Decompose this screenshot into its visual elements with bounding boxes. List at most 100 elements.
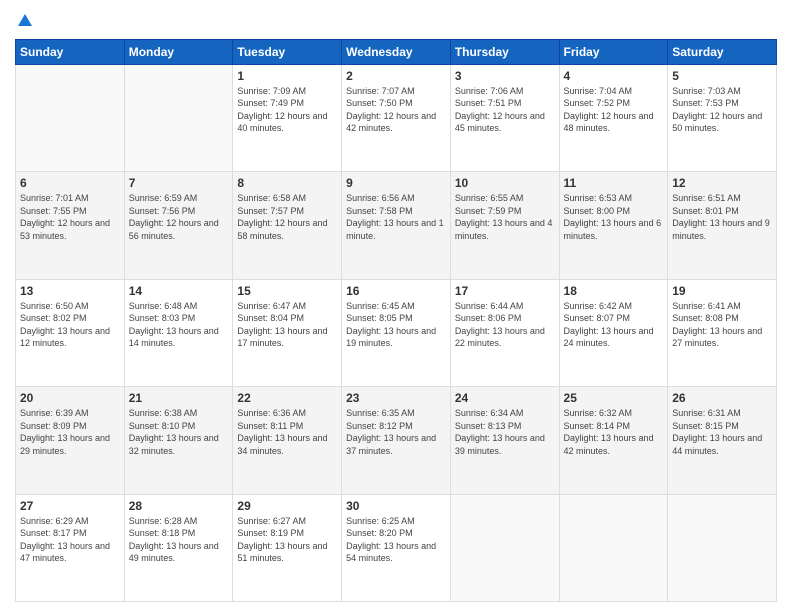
day-number: 3 bbox=[455, 69, 555, 83]
day-info: Sunrise: 6:38 AM Sunset: 8:10 PM Dayligh… bbox=[129, 407, 229, 457]
calendar-day-5: 5 Sunrise: 7:03 AM Sunset: 7:53 PM Daylig… bbox=[668, 64, 777, 171]
day-info: Sunrise: 6:58 AM Sunset: 7:57 PM Dayligh… bbox=[237, 192, 337, 242]
day-info: Sunrise: 6:27 AM Sunset: 8:19 PM Dayligh… bbox=[237, 515, 337, 565]
calendar-day-6: 6 Sunrise: 7:01 AM Sunset: 7:55 PM Daylig… bbox=[16, 172, 125, 279]
calendar-day-12: 12 Sunrise: 6:51 AM Sunset: 8:01 PM Dayli… bbox=[668, 172, 777, 279]
day-number: 27 bbox=[20, 499, 120, 513]
day-number: 13 bbox=[20, 284, 120, 298]
day-info: Sunrise: 7:01 AM Sunset: 7:55 PM Dayligh… bbox=[20, 192, 120, 242]
calendar-week-row: 27Sunrise: 6:29 AM Sunset: 8:17 PM Dayli… bbox=[16, 494, 777, 602]
calendar-day-21: 21 Sunrise: 6:38 AM Sunset: 8:10 PM Dayli… bbox=[124, 387, 233, 494]
calendar-day-1: 1Sunrise: 7:09 AM Sunset: 7:49 PM Daylig… bbox=[233, 64, 342, 171]
day-number: 24 bbox=[455, 391, 555, 405]
calendar-day-empty bbox=[124, 64, 233, 171]
calendar-day-8: 8 Sunrise: 6:58 AM Sunset: 7:57 PM Daylig… bbox=[233, 172, 342, 279]
calendar-day-30: 30 Sunrise: 6:25 AM Sunset: 8:20 PM Dayli… bbox=[342, 494, 451, 602]
day-number: 12 bbox=[672, 176, 772, 190]
day-info: Sunrise: 6:34 AM Sunset: 8:13 PM Dayligh… bbox=[455, 407, 555, 457]
calendar-day-9: 9 Sunrise: 6:56 AM Sunset: 7:58 PM Daylig… bbox=[342, 172, 451, 279]
calendar-day-26: 26 Sunrise: 6:31 AM Sunset: 8:15 PM Dayli… bbox=[668, 387, 777, 494]
day-info: Sunrise: 6:48 AM Sunset: 8:03 PM Dayligh… bbox=[129, 300, 229, 350]
calendar-day-15: 15 Sunrise: 6:47 AM Sunset: 8:04 PM Dayli… bbox=[233, 279, 342, 386]
day-number: 19 bbox=[672, 284, 772, 298]
calendar-week-row: 1Sunrise: 7:09 AM Sunset: 7:49 PM Daylig… bbox=[16, 64, 777, 171]
day-info: Sunrise: 6:59 AM Sunset: 7:56 PM Dayligh… bbox=[129, 192, 229, 242]
day-number: 16 bbox=[346, 284, 446, 298]
day-info: Sunrise: 7:03 AM Sunset: 7:53 PM Dayligh… bbox=[672, 85, 772, 135]
page: SundayMondayTuesdayWednesdayThursdayFrid… bbox=[0, 0, 792, 612]
calendar-day-4: 4 Sunrise: 7:04 AM Sunset: 7:52 PM Daylig… bbox=[559, 64, 668, 171]
day-number: 28 bbox=[129, 499, 229, 513]
calendar-day-16: 16 Sunrise: 6:45 AM Sunset: 8:05 PM Dayli… bbox=[342, 279, 451, 386]
calendar-week-row: 20Sunrise: 6:39 AM Sunset: 8:09 PM Dayli… bbox=[16, 387, 777, 494]
day-number: 10 bbox=[455, 176, 555, 190]
day-number: 2 bbox=[346, 69, 446, 83]
calendar-day-19: 19 Sunrise: 6:41 AM Sunset: 8:08 PM Dayli… bbox=[668, 279, 777, 386]
calendar-day-18: 18 Sunrise: 6:42 AM Sunset: 8:07 PM Dayli… bbox=[559, 279, 668, 386]
day-info: Sunrise: 7:07 AM Sunset: 7:50 PM Dayligh… bbox=[346, 85, 446, 135]
day-info: Sunrise: 6:36 AM Sunset: 8:11 PM Dayligh… bbox=[237, 407, 337, 457]
day-number: 4 bbox=[564, 69, 664, 83]
day-number: 22 bbox=[237, 391, 337, 405]
calendar-day-20: 20Sunrise: 6:39 AM Sunset: 8:09 PM Dayli… bbox=[16, 387, 125, 494]
day-number: 9 bbox=[346, 176, 446, 190]
calendar-day-27: 27Sunrise: 6:29 AM Sunset: 8:17 PM Dayli… bbox=[16, 494, 125, 602]
calendar-day-2: 2 Sunrise: 7:07 AM Sunset: 7:50 PM Daylig… bbox=[342, 64, 451, 171]
header bbox=[15, 10, 777, 31]
day-info: Sunrise: 6:25 AM Sunset: 8:20 PM Dayligh… bbox=[346, 515, 446, 565]
logo-text bbox=[15, 10, 34, 31]
day-info: Sunrise: 6:31 AM Sunset: 8:15 PM Dayligh… bbox=[672, 407, 772, 457]
day-number: 26 bbox=[672, 391, 772, 405]
day-number: 21 bbox=[129, 391, 229, 405]
day-info: Sunrise: 6:28 AM Sunset: 8:18 PM Dayligh… bbox=[129, 515, 229, 565]
weekday-header-friday: Friday bbox=[559, 39, 668, 64]
calendar-day-24: 24 Sunrise: 6:34 AM Sunset: 8:13 PM Dayli… bbox=[450, 387, 559, 494]
day-info: Sunrise: 6:51 AM Sunset: 8:01 PM Dayligh… bbox=[672, 192, 772, 242]
day-number: 5 bbox=[672, 69, 772, 83]
day-info: Sunrise: 6:45 AM Sunset: 8:05 PM Dayligh… bbox=[346, 300, 446, 350]
day-number: 30 bbox=[346, 499, 446, 513]
calendar-header-row: SundayMondayTuesdayWednesdayThursdayFrid… bbox=[16, 39, 777, 64]
calendar-day-empty bbox=[16, 64, 125, 171]
day-info: Sunrise: 6:44 AM Sunset: 8:06 PM Dayligh… bbox=[455, 300, 555, 350]
weekday-header-tuesday: Tuesday bbox=[233, 39, 342, 64]
day-number: 8 bbox=[237, 176, 337, 190]
calendar-day-empty bbox=[450, 494, 559, 602]
day-number: 20 bbox=[20, 391, 120, 405]
day-info: Sunrise: 6:35 AM Sunset: 8:12 PM Dayligh… bbox=[346, 407, 446, 457]
day-number: 23 bbox=[346, 391, 446, 405]
day-number: 25 bbox=[564, 391, 664, 405]
day-number: 11 bbox=[564, 176, 664, 190]
weekday-header-thursday: Thursday bbox=[450, 39, 559, 64]
calendar-day-7: 7Sunrise: 6:59 AM Sunset: 7:56 PM Daylig… bbox=[124, 172, 233, 279]
calendar-week-row: 6 Sunrise: 7:01 AM Sunset: 7:55 PM Daylig… bbox=[16, 172, 777, 279]
day-number: 15 bbox=[237, 284, 337, 298]
day-number: 18 bbox=[564, 284, 664, 298]
day-info: Sunrise: 6:41 AM Sunset: 8:08 PM Dayligh… bbox=[672, 300, 772, 350]
calendar-day-22: 22 Sunrise: 6:36 AM Sunset: 8:11 PM Dayli… bbox=[233, 387, 342, 494]
calendar-day-17: 17 Sunrise: 6:44 AM Sunset: 8:06 PM Dayli… bbox=[450, 279, 559, 386]
calendar-day-28: 28 Sunrise: 6:28 AM Sunset: 8:18 PM Dayli… bbox=[124, 494, 233, 602]
day-info: Sunrise: 6:56 AM Sunset: 7:58 PM Dayligh… bbox=[346, 192, 446, 242]
calendar-day-3: 3 Sunrise: 7:06 AM Sunset: 7:51 PM Daylig… bbox=[450, 64, 559, 171]
day-info: Sunrise: 6:55 AM Sunset: 7:59 PM Dayligh… bbox=[455, 192, 555, 242]
weekday-header-sunday: Sunday bbox=[16, 39, 125, 64]
calendar-day-23: 23 Sunrise: 6:35 AM Sunset: 8:12 PM Dayli… bbox=[342, 387, 451, 494]
day-number: 6 bbox=[20, 176, 120, 190]
day-info: Sunrise: 6:42 AM Sunset: 8:07 PM Dayligh… bbox=[564, 300, 664, 350]
weekday-header-saturday: Saturday bbox=[668, 39, 777, 64]
calendar-day-10: 10 Sunrise: 6:55 AM Sunset: 7:59 PM Dayli… bbox=[450, 172, 559, 279]
day-number: 17 bbox=[455, 284, 555, 298]
day-info: Sunrise: 6:53 AM Sunset: 8:00 PM Dayligh… bbox=[564, 192, 664, 242]
day-info: Sunrise: 7:04 AM Sunset: 7:52 PM Dayligh… bbox=[564, 85, 664, 135]
day-info: Sunrise: 7:06 AM Sunset: 7:51 PM Dayligh… bbox=[455, 85, 555, 135]
calendar-day-25: 25Sunrise: 6:32 AM Sunset: 8:14 PM Dayli… bbox=[559, 387, 668, 494]
calendar-day-29: 29 Sunrise: 6:27 AM Sunset: 8:19 PM Dayli… bbox=[233, 494, 342, 602]
day-number: 14 bbox=[129, 284, 229, 298]
calendar-week-row: 13Sunrise: 6:50 AM Sunset: 8:02 PM Dayli… bbox=[16, 279, 777, 386]
weekday-header-monday: Monday bbox=[124, 39, 233, 64]
day-number: 1 bbox=[237, 69, 337, 83]
calendar-day-13: 13Sunrise: 6:50 AM Sunset: 8:02 PM Dayli… bbox=[16, 279, 125, 386]
day-info: Sunrise: 6:47 AM Sunset: 8:04 PM Dayligh… bbox=[237, 300, 337, 350]
day-number: 29 bbox=[237, 499, 337, 513]
